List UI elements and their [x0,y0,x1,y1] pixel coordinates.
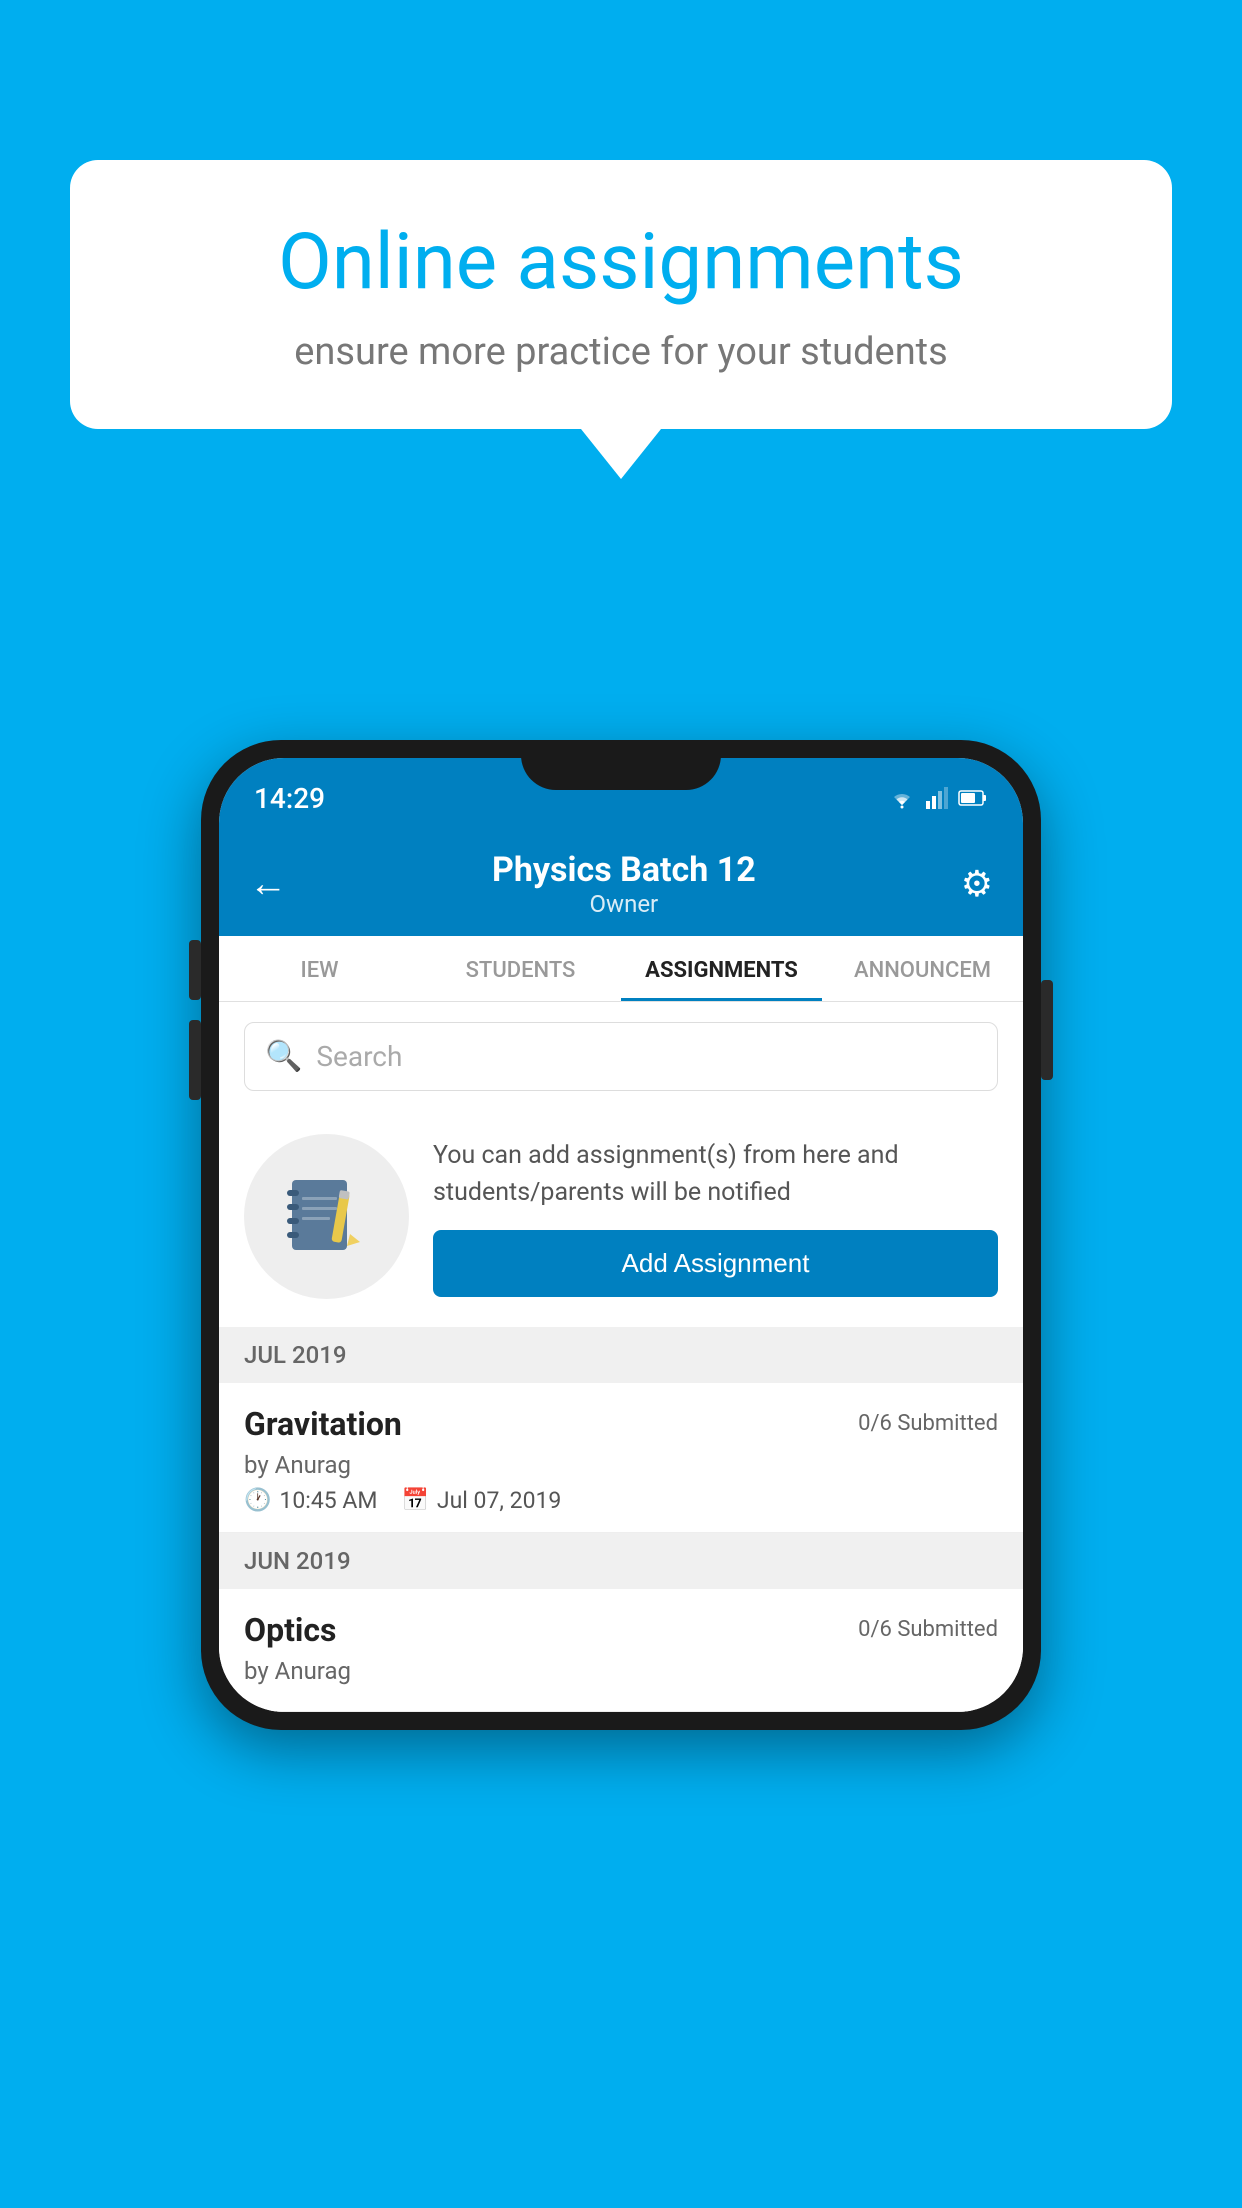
search-bar[interactable]: 🔍 Search [244,1022,998,1091]
assignment-by-optics: by Anurag [244,1657,998,1685]
info-text-area: You can add assignment(s) from here and … [433,1137,998,1297]
status-icons [888,787,988,809]
assignment-by: by Anurag [244,1451,998,1479]
notebook-icon-circle [244,1134,409,1299]
assignment-submitted: 0/6 Submitted [858,1405,998,1436]
meta-date: 📅 Jul 07, 2019 [401,1487,561,1514]
phone-outer: 14:29 [201,740,1041,1730]
phone-notch [521,740,721,790]
assignment-name-optics: Optics [244,1611,336,1649]
back-button[interactable]: ← [249,862,287,906]
assignment-name: Gravitation [244,1405,402,1443]
settings-icon[interactable]: ⚙ [961,863,993,905]
battery-icon [958,789,988,807]
tab-students[interactable]: STUDENTS [420,936,621,1001]
meta-time: 🕐 10:45 AM [244,1487,377,1514]
add-assignment-button[interactable]: Add Assignment [433,1230,998,1297]
header-center: Physics Batch 12 Owner [287,850,961,918]
signal-icon [926,787,948,809]
tabs-bar: IEW STUDENTS ASSIGNMENTS ANNOUNCEM [219,936,1023,1002]
assignment-row-gravitation[interactable]: Gravitation 0/6 Submitted by Anurag 🕐 10… [219,1383,1023,1533]
status-time: 14:29 [254,782,325,815]
notebook-icon [282,1172,372,1262]
speech-bubble: Online assignments ensure more practice … [70,160,1172,429]
section-header-jun: JUN 2019 [219,1533,1023,1589]
volume-down-button[interactable] [189,1020,201,1100]
search-bar-wrapper: 🔍 Search [219,1002,1023,1106]
power-button[interactable] [1041,980,1053,1080]
app-header: ← Physics Batch 12 Owner ⚙ [219,830,1023,936]
tab-announcements[interactable]: ANNOUNCEM [822,936,1023,1001]
phone-screen: 14:29 [219,758,1023,1712]
assignment-date: Jul 07, 2019 [437,1487,561,1514]
section-header-jul: JUL 2019 [219,1327,1023,1383]
search-icon: 🔍 [265,1039,302,1074]
speech-bubble-arrow [581,429,661,479]
search-placeholder: Search [316,1040,402,1073]
info-description: You can add assignment(s) from here and … [433,1137,998,1212]
phone-wrapper: 14:29 [201,740,1041,1730]
header-subtitle: Owner [287,890,961,918]
wifi-icon [888,787,916,809]
info-card: You can add assignment(s) from here and … [219,1106,1023,1327]
assignment-row-top: Gravitation 0/6 Submitted [244,1405,998,1443]
speech-bubble-subtitle: ensure more practice for your students [150,330,1092,374]
assignment-meta: 🕐 10:45 AM 📅 Jul 07, 2019 [244,1487,998,1514]
header-title: Physics Batch 12 [287,850,961,890]
speech-bubble-title: Online assignments [150,220,1092,306]
calendar-icon: 📅 [401,1488,428,1513]
assignment-time: 10:45 AM [279,1487,377,1514]
assignment-submitted-optics: 0/6 Submitted [858,1611,998,1642]
tab-overview[interactable]: IEW [219,936,420,1001]
speech-bubble-container: Online assignments ensure more practice … [70,160,1172,479]
assignment-row-top-optics: Optics 0/6 Submitted [244,1611,998,1649]
assignment-row-optics[interactable]: Optics 0/6 Submitted by Anurag [219,1589,1023,1712]
tab-assignments[interactable]: ASSIGNMENTS [621,936,822,1001]
clock-icon: 🕐 [244,1488,271,1513]
volume-up-button[interactable] [189,940,201,1000]
